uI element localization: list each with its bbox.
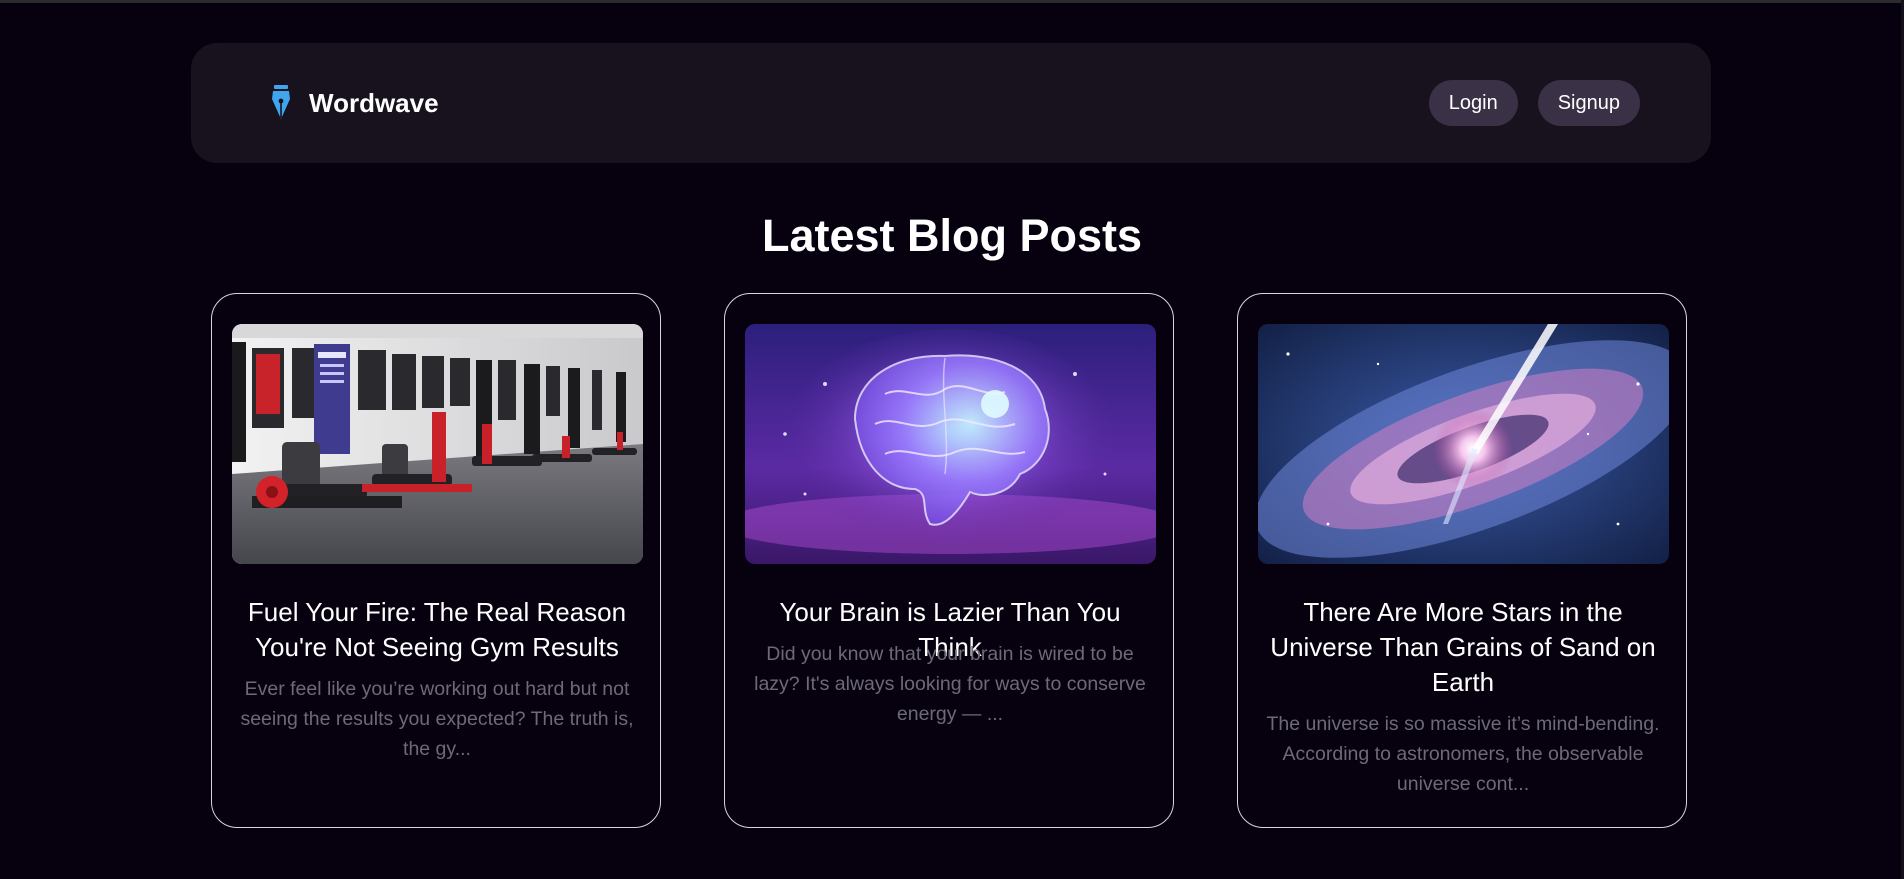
page-title: Latest Blog Posts xyxy=(761,210,1143,261)
blog-card-brain[interactable]: Your Brain is Lazier Than You Think Did … xyxy=(724,293,1174,828)
glowing-brain-illustration xyxy=(745,324,1156,564)
window-top-edge xyxy=(0,0,1904,3)
post-excerpt: Did you know that your brain is wired to… xyxy=(754,643,1146,725)
post-excerpt: The universe is so massive it’s mind-ben… xyxy=(1266,713,1660,795)
blog-card-stars[interactable]: There Are More Stars in the Universe Tha… xyxy=(1237,293,1687,828)
post-title[interactable]: There Are More Stars in the Universe Tha… xyxy=(1263,595,1663,700)
fountain-pen-nib-icon xyxy=(272,85,290,119)
signup-button[interactable]: Signup xyxy=(1537,80,1640,126)
brand-name: Wordwave xyxy=(309,87,439,118)
gym-equipment-photo xyxy=(232,324,643,564)
galaxy-quasar-illustration xyxy=(1258,324,1669,564)
brand[interactable]: Wordwave xyxy=(269,43,439,163)
post-title[interactable]: Fuel Your Fire: The Real Reason You're N… xyxy=(237,595,637,665)
post-excerpt: Ever feel like you’re working out hard b… xyxy=(240,678,634,760)
nav-actions: Login Signup xyxy=(1428,43,1640,163)
navbar: Wordwave Login Signup xyxy=(191,43,1711,163)
login-button[interactable]: Login xyxy=(1428,80,1518,126)
blog-card-gym[interactable]: Fuel Your Fire: The Real Reason You're N… xyxy=(211,293,661,828)
